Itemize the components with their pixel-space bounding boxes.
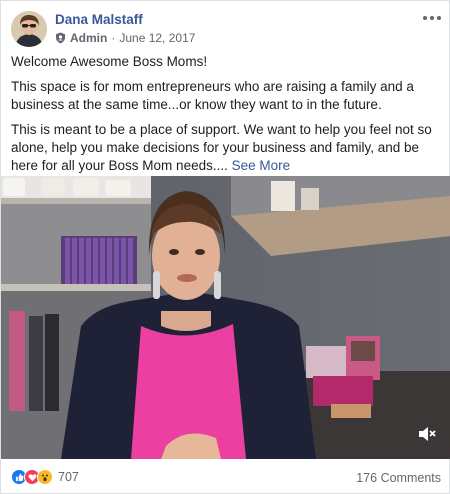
wow-icon [37, 469, 53, 485]
post-footer: 707 176 Comments [11, 466, 441, 488]
author-role: Admin [70, 31, 108, 45]
more-options-icon[interactable] [423, 13, 441, 23]
meta-separator: · [111, 31, 116, 45]
post-body: Welcome Awesome Boss Moms! This space is… [11, 53, 443, 182]
reaction-count: 707 [58, 470, 79, 484]
author-avatar[interactable] [11, 11, 47, 47]
admin-shield-icon [56, 32, 65, 44]
post-date[interactable]: June 12, 2017 [119, 31, 195, 45]
post-card: Dana Malstaff Admin · June 12, 2017 Welc… [0, 0, 450, 494]
reactions-summary[interactable]: 707 [11, 469, 79, 485]
see-more-link[interactable]: See More [232, 158, 291, 173]
post-header: Dana Malstaff Admin · June 12, 2017 [11, 11, 441, 47]
comments-link[interactable]: 176 Comments [356, 471, 441, 485]
mute-icon[interactable] [417, 425, 437, 443]
post-meta: Admin · June 12, 2017 [55, 31, 195, 45]
video-frame [1, 176, 450, 459]
video-player[interactable] [1, 176, 450, 459]
author-name[interactable]: Dana Malstaff [55, 12, 143, 27]
post-paragraph: This is meant to be a place of support. … [11, 122, 432, 173]
post-paragraph: Welcome Awesome Boss Moms! [11, 54, 208, 69]
post-paragraph: This space is for mom entrepreneurs who … [11, 79, 414, 112]
